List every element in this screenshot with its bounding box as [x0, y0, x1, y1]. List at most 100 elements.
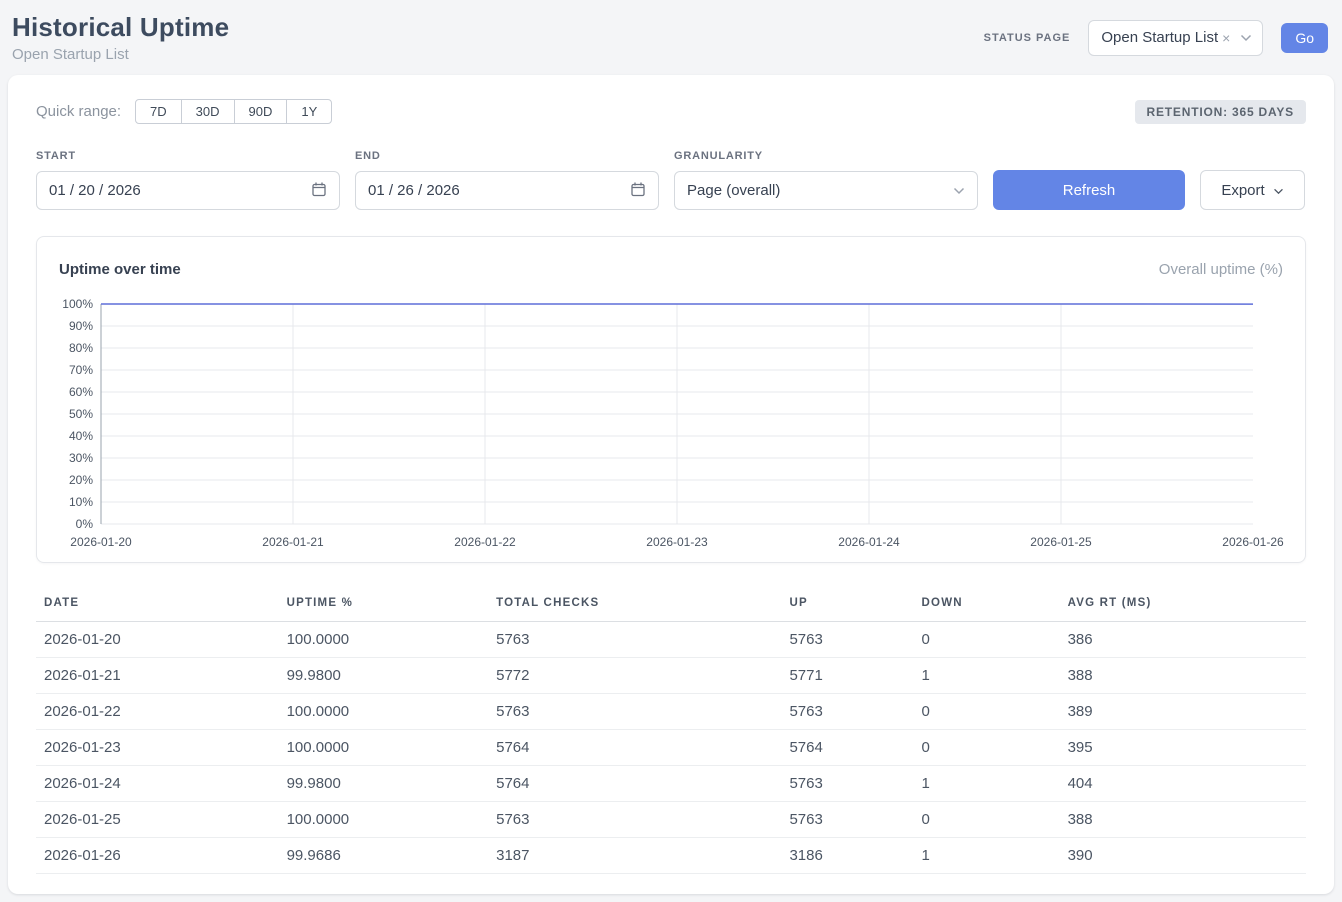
granularity-label: GRANULARITY	[674, 150, 978, 162]
table-cell: 100.0000	[279, 730, 489, 766]
clear-selection-icon[interactable]: ×	[1222, 30, 1230, 46]
calendar-icon[interactable]	[311, 181, 327, 201]
calendar-icon[interactable]	[630, 181, 646, 201]
table-cell: 3187	[488, 838, 781, 874]
status-page-select[interactable]: Open Startup List ×	[1088, 20, 1263, 56]
export-button-label: Export	[1221, 182, 1264, 199]
table-cell: 1	[914, 838, 1060, 874]
end-date-field: END 01 / 26 / 2026	[355, 150, 659, 210]
main-card: Quick range: 7D30D90D1Y RETENTION: 365 D…	[8, 75, 1334, 894]
table-header-row: DATEUPTIME %TOTAL CHECKSUPDOWNAVG RT (MS…	[36, 589, 1306, 622]
chart-legend: Overall uptime (%)	[1159, 261, 1283, 278]
end-date-value: 01 / 26 / 2026	[368, 182, 460, 199]
chevron-down-icon	[1240, 34, 1252, 42]
table-cell: 0	[914, 694, 1060, 730]
column-header: TOTAL CHECKS	[488, 589, 781, 622]
retention-badge: RETENTION: 365 DAYS	[1135, 100, 1306, 124]
table-cell: 389	[1060, 694, 1306, 730]
table-cell: 100.0000	[279, 622, 489, 658]
svg-text:2026-01-22: 2026-01-22	[454, 535, 516, 549]
svg-text:2026-01-24: 2026-01-24	[838, 535, 900, 549]
table-body: 2026-01-20100.00005763576303862026-01-21…	[36, 622, 1306, 874]
table-cell: 0	[914, 622, 1060, 658]
table-cell: 5763	[488, 802, 781, 838]
table-cell: 5763	[488, 694, 781, 730]
start-date-input[interactable]: 01 / 20 / 2026	[36, 171, 340, 210]
start-date-value: 01 / 20 / 2026	[49, 182, 141, 199]
uptime-line-chart: 0% 10% 20% 30% 40% 50% 60% 70% 80% 90% 100% 2026-01…	[57, 294, 1285, 552]
svg-text:90%: 90%	[69, 319, 93, 333]
chevron-down-icon	[953, 182, 965, 199]
svg-text:20%: 20%	[69, 473, 93, 487]
granularity-selected-value: Page (overall)	[687, 182, 780, 199]
table-row: 2026-01-2199.9800577257711388	[36, 658, 1306, 694]
table-cell: 99.9800	[279, 658, 489, 694]
table-cell: 99.9800	[279, 766, 489, 802]
table-cell: 0	[914, 802, 1060, 838]
table-row: 2026-01-2699.9686318731861390	[36, 838, 1306, 874]
status-page-selected-value: Open Startup List	[1101, 29, 1218, 46]
title-block: Historical Uptime Open Startup List	[12, 12, 229, 63]
column-header: DOWN	[914, 589, 1060, 622]
start-date-field: START 01 / 20 / 2026	[36, 150, 340, 210]
table-cell: 5764	[488, 766, 781, 802]
table-row: 2026-01-25100.0000576357630388	[36, 802, 1306, 838]
svg-text:100%: 100%	[62, 297, 93, 311]
topbar-right: STATUS PAGE Open Startup List × Go	[984, 20, 1328, 56]
svg-text:2026-01-23: 2026-01-23	[646, 535, 708, 549]
table-cell: 5764	[488, 730, 781, 766]
chart-header: Uptime over time Overall uptime (%)	[57, 257, 1285, 294]
table-cell: 2026-01-22	[36, 694, 279, 730]
svg-text:0%: 0%	[76, 517, 94, 531]
svg-text:80%: 80%	[69, 341, 93, 355]
table-cell: 3186	[781, 838, 913, 874]
table-cell: 388	[1060, 658, 1306, 694]
svg-text:30%: 30%	[69, 451, 93, 465]
end-date-label: END	[355, 150, 659, 162]
granularity-select[interactable]: Page (overall)	[674, 171, 978, 210]
table-cell: 5763	[781, 802, 913, 838]
refresh-button[interactable]: Refresh	[993, 170, 1185, 210]
table-row: 2026-01-23100.0000576457640395	[36, 730, 1306, 766]
quick-range-90d-button[interactable]: 90D	[234, 99, 288, 124]
table-cell: 5771	[781, 658, 913, 694]
column-header: UPTIME %	[279, 589, 489, 622]
table-cell: 5772	[488, 658, 781, 694]
table-cell: 5763	[781, 766, 913, 802]
table-cell: 2026-01-25	[36, 802, 279, 838]
svg-text:40%: 40%	[69, 429, 93, 443]
uptime-table: DATEUPTIME %TOTAL CHECKSUPDOWNAVG RT (MS…	[36, 589, 1306, 874]
go-button[interactable]: Go	[1281, 23, 1328, 53]
quick-range-30d-button[interactable]: 30D	[181, 99, 235, 124]
table-cell: 2026-01-21	[36, 658, 279, 694]
svg-text:2026-01-26: 2026-01-26	[1222, 535, 1284, 549]
end-date-input[interactable]: 01 / 26 / 2026	[355, 171, 659, 210]
svg-text:70%: 70%	[69, 363, 93, 377]
table-cell: 2026-01-24	[36, 766, 279, 802]
export-button[interactable]: Export	[1200, 170, 1305, 210]
table-cell: 5763	[488, 622, 781, 658]
uptime-chart-card: Uptime over time Overall uptime (%) 0% 10…	[36, 236, 1306, 563]
table-cell: 388	[1060, 802, 1306, 838]
table-cell: 100.0000	[279, 694, 489, 730]
svg-text:60%: 60%	[69, 385, 93, 399]
granularity-field: GRANULARITY Page (overall)	[674, 150, 978, 210]
table-cell: 2026-01-23	[36, 730, 279, 766]
table-cell: 5764	[781, 730, 913, 766]
table-cell: 395	[1060, 730, 1306, 766]
table-row: 2026-01-2499.9800576457631404	[36, 766, 1306, 802]
svg-text:10%: 10%	[69, 495, 93, 509]
status-page-label: STATUS PAGE	[984, 32, 1071, 44]
page-title: Historical Uptime	[12, 12, 229, 43]
svg-text:50%: 50%	[69, 407, 93, 421]
svg-text:2026-01-20: 2026-01-20	[70, 535, 132, 549]
column-header: DATE	[36, 589, 279, 622]
quick-range-7d-button[interactable]: 7D	[135, 99, 182, 124]
page-subtitle: Open Startup List	[12, 46, 229, 63]
table-cell: 99.9686	[279, 838, 489, 874]
table-cell: 1	[914, 658, 1060, 694]
quick-range-row: Quick range: 7D30D90D1Y RETENTION: 365 D…	[36, 99, 1306, 124]
table-cell: 2026-01-26	[36, 838, 279, 874]
column-header: AVG RT (MS)	[1060, 589, 1306, 622]
quick-range-1y-button[interactable]: 1Y	[286, 99, 332, 124]
